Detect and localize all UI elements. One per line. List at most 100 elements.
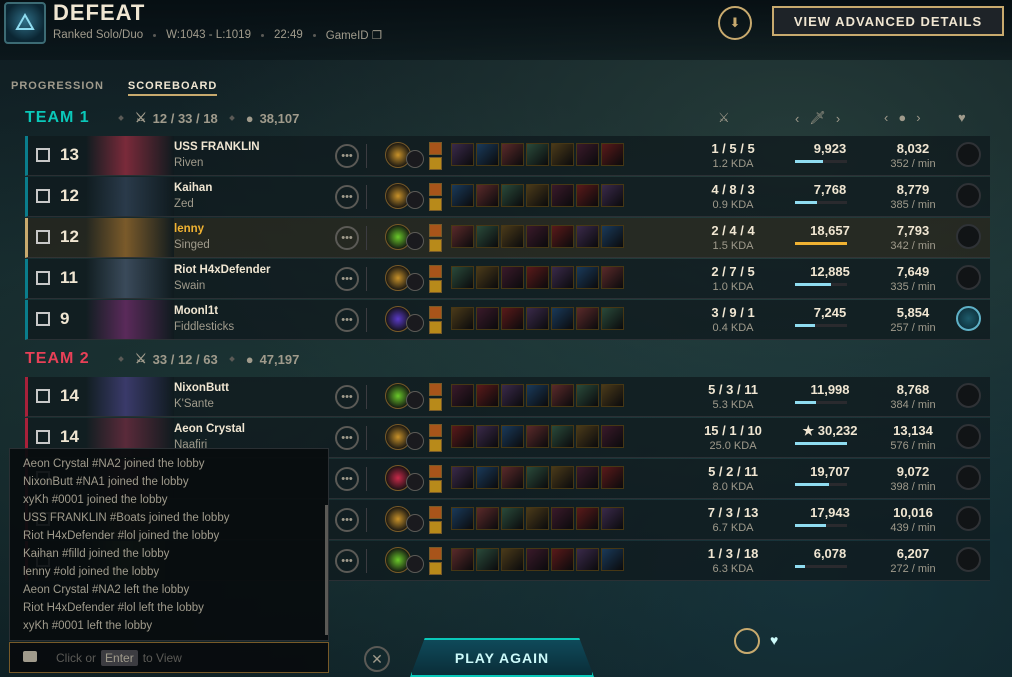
summoner-spell-icon[interactable]: [429, 439, 442, 452]
chevron-right-icon[interactable]: ›: [836, 111, 840, 126]
item-slot-icon[interactable]: [601, 266, 624, 289]
player-row[interactable]: 9 Moonl1t Fiddlesticks ••• 3 / 9 / 1 0.4…: [25, 300, 990, 340]
item-slot-icon[interactable]: [576, 548, 599, 571]
secondary-rune-icon[interactable]: [406, 391, 424, 409]
more-options-button[interactable]: •••: [335, 508, 359, 532]
more-options-button[interactable]: •••: [335, 308, 359, 332]
item-slot-icon[interactable]: [476, 466, 499, 489]
item-slot-icon[interactable]: [551, 507, 574, 530]
summoner-name[interactable]: NixonButt: [174, 382, 229, 394]
summoner-spell-icon[interactable]: [429, 198, 442, 211]
more-options-button[interactable]: •••: [335, 185, 359, 209]
item-slot-icon[interactable]: [601, 307, 624, 330]
summoner-spell-icon[interactable]: [429, 424, 442, 437]
tab-scoreboard[interactable]: SCOREBOARD: [127, 80, 218, 96]
honor-button[interactable]: [956, 265, 981, 290]
item-slot-icon[interactable]: [501, 466, 524, 489]
more-options-button[interactable]: •••: [335, 144, 359, 168]
item-slot-icon[interactable]: [451, 466, 474, 489]
item-slot-icon[interactable]: [476, 384, 499, 407]
honor-button[interactable]: [956, 224, 981, 249]
summoner-spell-icon[interactable]: [429, 183, 442, 196]
secondary-rune-icon[interactable]: [406, 232, 424, 250]
honor-emblem-icon[interactable]: [734, 628, 760, 654]
item-slot-icon[interactable]: [526, 307, 549, 330]
chat-scrollbar[interactable]: [325, 505, 328, 635]
item-slot-icon[interactable]: [526, 184, 549, 207]
chevron-left-icon[interactable]: ‹: [795, 111, 799, 126]
summoner-spell-icon[interactable]: [429, 265, 442, 278]
item-slot-icon[interactable]: [551, 466, 574, 489]
item-slot-icon[interactable]: [551, 384, 574, 407]
summoner-spell-icon[interactable]: [429, 280, 442, 293]
item-slot-icon[interactable]: [501, 384, 524, 407]
item-slot-icon[interactable]: [451, 307, 474, 330]
honor-button[interactable]: [956, 506, 981, 531]
player-row[interactable]: 11 Riot H4xDefender Swain ••• 2 / 7 / 5 …: [25, 259, 990, 299]
item-slot-icon[interactable]: [451, 143, 474, 166]
item-slot-icon[interactable]: [551, 143, 574, 166]
heart-icon[interactable]: ♥: [770, 632, 778, 648]
item-slot-icon[interactable]: [476, 548, 499, 571]
more-options-button[interactable]: •••: [335, 267, 359, 291]
secondary-rune-icon[interactable]: [406, 555, 424, 573]
secondary-rune-icon[interactable]: [406, 432, 424, 450]
item-slot-icon[interactable]: [501, 184, 524, 207]
kda-column-header[interactable]: ⚔: [718, 110, 730, 126]
summoner-spell-icon[interactable]: [429, 465, 442, 478]
game-id-copy[interactable]: GameID ❐: [326, 28, 382, 42]
item-slot-icon[interactable]: [576, 384, 599, 407]
item-slot-icon[interactable]: [526, 225, 549, 248]
item-slot-icon[interactable]: [501, 266, 524, 289]
item-slot-icon[interactable]: [601, 225, 624, 248]
item-slot-icon[interactable]: [526, 425, 549, 448]
item-slot-icon[interactable]: [551, 184, 574, 207]
player-row[interactable]: 13 USS FRANKLIN Riven ••• 1 / 5 / 5 1.2 …: [25, 136, 990, 176]
item-slot-icon[interactable]: [551, 425, 574, 448]
gold-column-header[interactable]: ‹ ● ›: [884, 110, 921, 125]
secondary-rune-icon[interactable]: [406, 191, 424, 209]
item-slot-icon[interactable]: [476, 507, 499, 530]
item-slot-icon[interactable]: [501, 425, 524, 448]
summoner-name[interactable]: Riot H4xDefender: [174, 264, 271, 276]
item-slot-icon[interactable]: [476, 225, 499, 248]
item-slot-icon[interactable]: [576, 225, 599, 248]
summoner-spell-icon[interactable]: [429, 321, 442, 334]
item-slot-icon[interactable]: [451, 384, 474, 407]
damage-column-header[interactable]: ‹ 🗡 ›: [795, 110, 840, 126]
item-slot-icon[interactable]: [451, 507, 474, 530]
item-slot-icon[interactable]: [501, 548, 524, 571]
summoner-spell-icon[interactable]: [429, 506, 442, 519]
item-slot-icon[interactable]: [601, 184, 624, 207]
item-slot-icon[interactable]: [601, 466, 624, 489]
item-slot-icon[interactable]: [551, 225, 574, 248]
item-slot-icon[interactable]: [451, 548, 474, 571]
honor-button[interactable]: [956, 547, 981, 572]
item-slot-icon[interactable]: [501, 507, 524, 530]
item-slot-icon[interactable]: [576, 184, 599, 207]
chevron-right-icon[interactable]: ›: [916, 110, 920, 125]
chat-panel[interactable]: Aeon Crystal #NA2 joined the lobby NixonB…: [9, 448, 329, 641]
item-slot-icon[interactable]: [526, 548, 549, 571]
player-row[interactable]: 14 NixonButt K'Sante ••• 5 / 3 / 11 5.3 …: [25, 377, 990, 417]
item-slot-icon[interactable]: [501, 307, 524, 330]
secondary-rune-icon[interactable]: [406, 314, 424, 332]
summoner-spell-icon[interactable]: [429, 142, 442, 155]
summoner-name[interactable]: Moonl1t: [174, 305, 218, 317]
item-slot-icon[interactable]: [451, 225, 474, 248]
item-slot-icon[interactable]: [451, 184, 474, 207]
more-options-button[interactable]: •••: [335, 549, 359, 573]
honor-button[interactable]: [956, 183, 981, 208]
secondary-rune-icon[interactable]: [406, 473, 424, 491]
summoner-spell-icon[interactable]: [429, 480, 442, 493]
honor-button[interactable]: [956, 424, 981, 449]
honor-button[interactable]: [956, 142, 981, 167]
summoner-spell-icon[interactable]: [429, 383, 442, 396]
item-slot-icon[interactable]: [601, 384, 624, 407]
summoner-name[interactable]: Aeon Crystal: [174, 423, 245, 435]
item-slot-icon[interactable]: [526, 507, 549, 530]
tab-progression[interactable]: PROGRESSION: [11, 80, 104, 96]
item-slot-icon[interactable]: [476, 143, 499, 166]
more-options-button[interactable]: •••: [335, 426, 359, 450]
item-slot-icon[interactable]: [576, 507, 599, 530]
